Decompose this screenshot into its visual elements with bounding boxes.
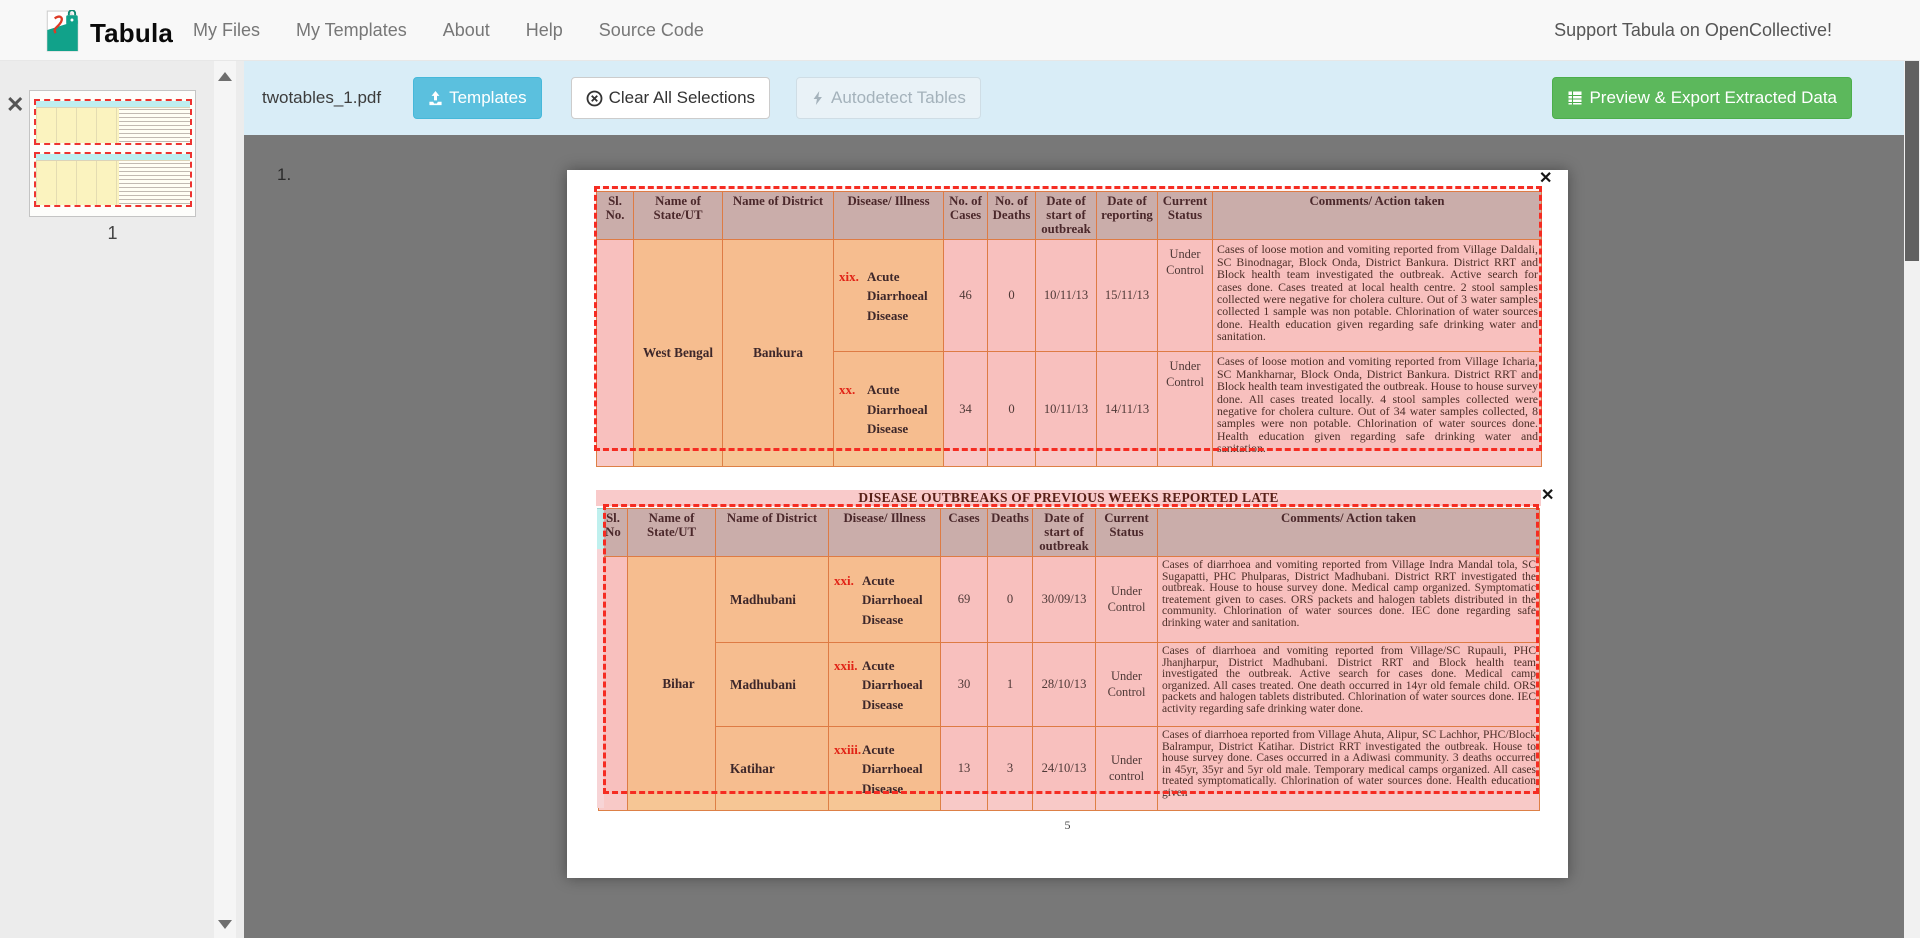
- thumbnail-page-number: 1: [0, 223, 225, 244]
- support-opencollective-link[interactable]: Support Tabula on OpenCollective!: [1554, 0, 1832, 61]
- templates-button-label: Templates: [449, 88, 526, 108]
- pdf-page-footer-number: 5: [567, 818, 1568, 833]
- sidebar-scroll-track[interactable]: [214, 61, 236, 938]
- mini-table-text: [119, 108, 190, 145]
- autodetect-tables-button-disabled[interactable]: Autodetect Tables: [796, 77, 981, 119]
- selection-box-1[interactable]: [594, 186, 1542, 451]
- toolbar: twotables_1.pdf Templates Clear All Sele…: [244, 61, 1904, 135]
- nav-source-code[interactable]: Source Code: [599, 20, 704, 41]
- open-filename: twotables_1.pdf: [262, 88, 381, 108]
- spreadsheet-icon: [1567, 90, 1583, 106]
- mini-table-left: [36, 161, 119, 207]
- thumbnail-selection-2: [34, 152, 192, 207]
- mini-table-text: [119, 161, 190, 207]
- scroll-down-arrow-icon[interactable]: [218, 920, 232, 929]
- nav-help[interactable]: Help: [526, 20, 563, 41]
- templates-button[interactable]: Templates: [413, 77, 541, 119]
- clear-all-selections-button[interactable]: Clear All Selections: [571, 77, 770, 119]
- main-scrollbar[interactable]: [1904, 61, 1920, 938]
- remove-page-icon[interactable]: ✕: [6, 94, 24, 116]
- page-thumbnails-sidebar: ✕ 1: [0, 61, 244, 938]
- viewer-page-marker: 1.: [277, 165, 291, 185]
- brand[interactable]: Tabula: [44, 10, 173, 57]
- selection-2-close-icon[interactable]: ✕: [1541, 488, 1554, 504]
- clear-all-selections-label: Clear All Selections: [609, 88, 755, 108]
- selection-1-close-icon[interactable]: ✕: [1539, 171, 1552, 187]
- main-scrollbar-thumb[interactable]: [1905, 61, 1919, 261]
- pdf-page-1[interactable]: Sl. No. Name of State/UT Name of Distric…: [567, 170, 1568, 878]
- selection-box-2[interactable]: [603, 504, 1539, 794]
- nav-about[interactable]: About: [443, 20, 490, 41]
- thumbnail-selection-1: [34, 99, 192, 145]
- nav-links: My Files My Templates About Help Source …: [193, 0, 704, 61]
- preview-export-label: Preview & Export Extracted Data: [1589, 88, 1837, 108]
- autodetect-tables-label: Autodetect Tables: [831, 88, 966, 108]
- nav-my-templates[interactable]: My Templates: [296, 20, 407, 41]
- top-navbar: Tabula My Files My Templates About Help …: [0, 0, 1920, 61]
- scroll-up-arrow-icon[interactable]: [218, 72, 232, 81]
- nav-my-files[interactable]: My Files: [193, 20, 260, 41]
- lightning-bolt-icon: [811, 90, 825, 106]
- mini-table-header: [36, 154, 190, 161]
- page-1-thumbnail[interactable]: [29, 90, 196, 217]
- mini-table-left: [36, 108, 119, 145]
- circle-x-icon: [586, 90, 603, 107]
- preview-export-button[interactable]: Preview & Export Extracted Data: [1552, 77, 1852, 119]
- tabula-pdf-lock-logo-icon: [44, 10, 80, 57]
- mini-table-header: [36, 101, 190, 108]
- template-tray-icon: [428, 91, 443, 106]
- document-viewer: 1. Sl. No. Name of State/UT Name of Dist…: [244, 135, 1904, 938]
- brand-title: Tabula: [90, 18, 173, 49]
